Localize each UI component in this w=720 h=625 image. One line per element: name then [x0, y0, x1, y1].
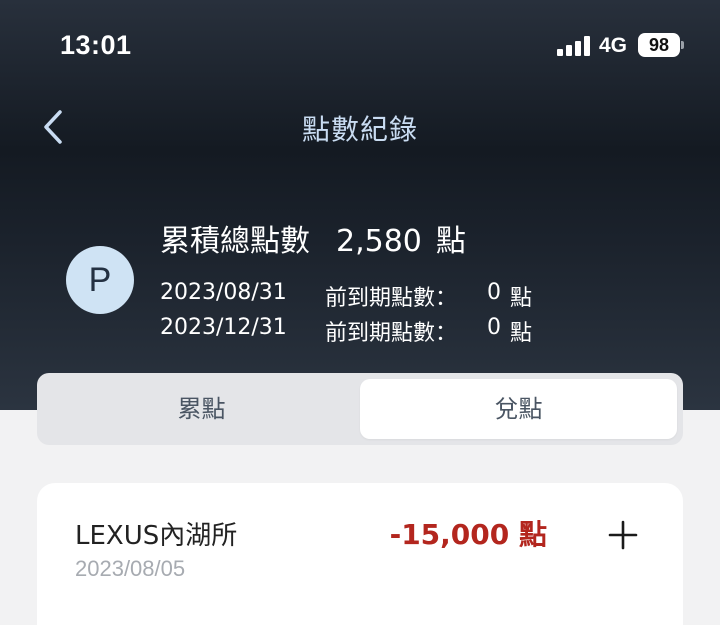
plus-icon[interactable] [607, 519, 639, 551]
expiry-label: 前到期點數： [325, 321, 458, 346]
record-points: -15,000 點 [389, 518, 547, 551]
record-date: 2023/08/05 [75, 556, 186, 581]
expiry-value: 0 [487, 315, 501, 340]
record-location: LEXUS內湖所 [75, 521, 238, 551]
expiry-date: 2023/08/31 [160, 280, 287, 305]
expiry-label: 前到期點數： [325, 286, 458, 311]
total-points-unit: 點 [435, 224, 466, 259]
tab-redeem-points[interactable]: 兌點 [360, 379, 677, 439]
points-tabs: 累點 兌點 [37, 373, 683, 445]
expiry-unit: 點 [510, 286, 533, 311]
list-item[interactable]: LEXUS內湖所 2023/08/05 -15,000 點 [37, 483, 683, 625]
expiry-unit: 點 [510, 321, 533, 346]
status-time: 13:01 [60, 30, 132, 60]
status-bar: 13:01 4G 98 [0, 0, 720, 90]
expiry-value: 0 [487, 280, 501, 305]
battery-tip [681, 41, 684, 49]
page-title: 點數紀錄 [301, 113, 418, 146]
avatar: P [66, 246, 134, 314]
expiry-date: 2023/12/31 [160, 315, 287, 340]
total-points-value: 2,580 [336, 224, 422, 259]
signal-bars-icon [557, 36, 591, 56]
tab-earn-points[interactable]: 累點 [43, 379, 360, 439]
battery-level: 98 [638, 33, 680, 57]
total-points-label: 累積總點數 [160, 224, 310, 259]
total-points-row: 累積總點數 2,580 點 [160, 216, 466, 260]
network-label: 4G [599, 34, 628, 57]
